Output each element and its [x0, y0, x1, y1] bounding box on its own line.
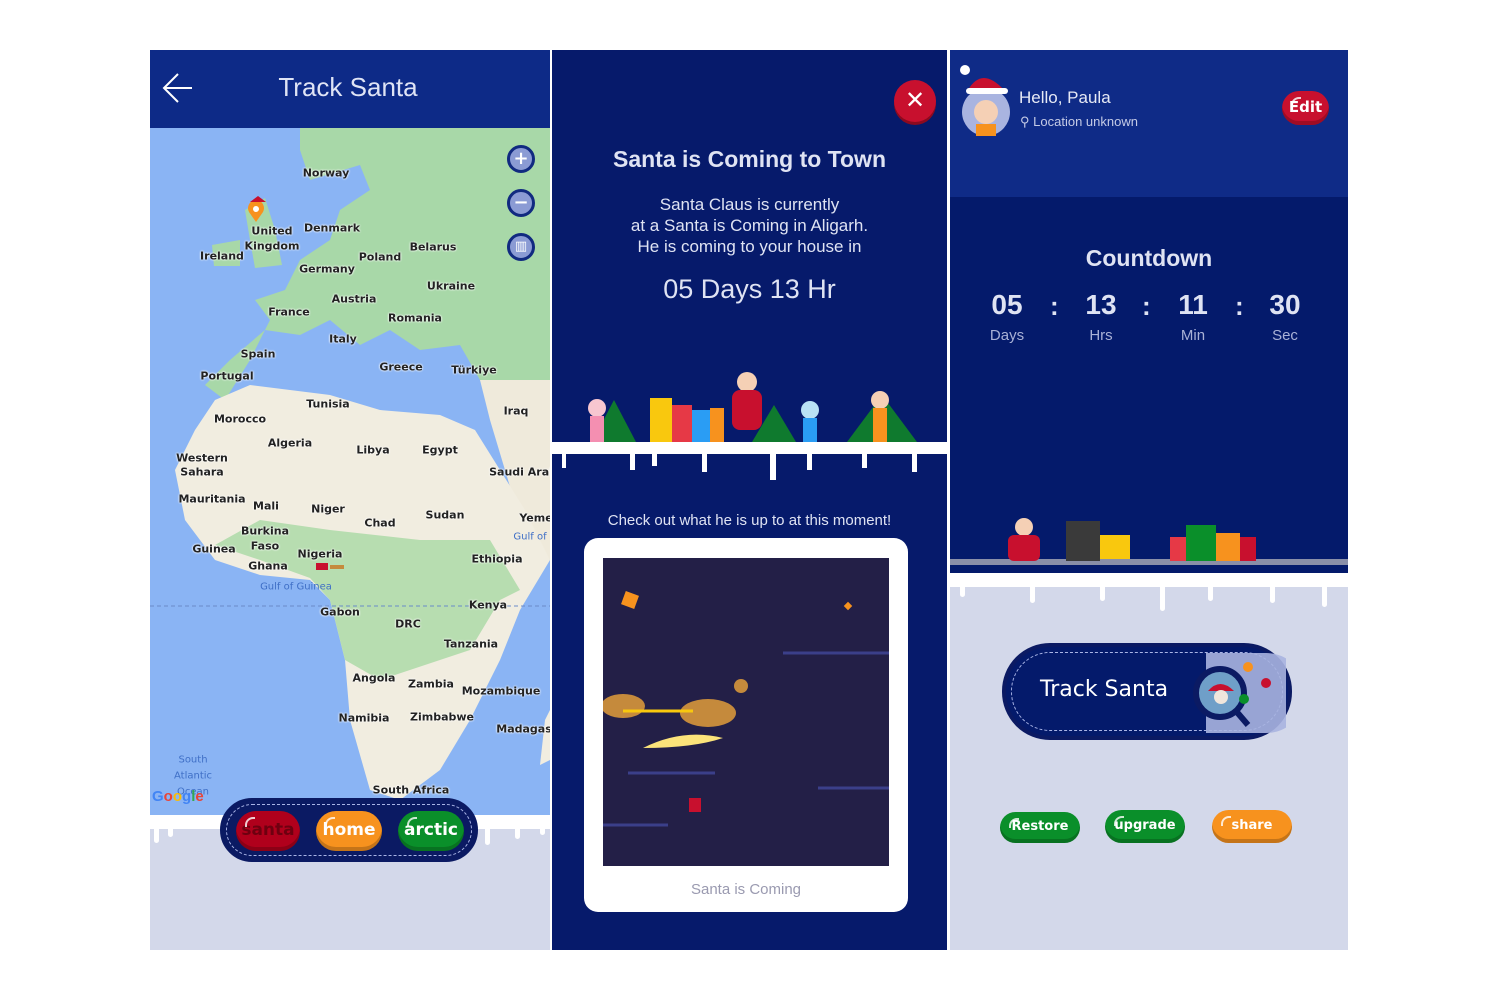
map-label: Poland — [358, 250, 402, 264]
christmas-scene-illustration — [552, 372, 947, 480]
map-label: Italy — [329, 332, 357, 346]
map-label: Kingdom — [244, 239, 300, 253]
countdown-days: 05 Days — [989, 289, 1025, 344]
map-label: France — [268, 305, 310, 319]
snow-ledge — [950, 573, 1348, 587]
map-label: Egypt — [422, 443, 458, 457]
map-type-icon[interactable]: ▥ — [507, 233, 535, 261]
map-label: United — [251, 224, 293, 238]
map-label: Namibia — [338, 711, 390, 725]
location-pin-icon: ⚲ — [1020, 114, 1030, 129]
map-label: Zambia — [408, 677, 454, 691]
map-label: Angola — [352, 671, 396, 685]
map-label: Denmark — [303, 221, 361, 235]
nav-santa-button[interactable]: santa — [236, 811, 300, 851]
santa-animation — [601, 558, 889, 866]
map-label: Greece — [379, 360, 423, 374]
map-label: DRC — [395, 617, 421, 631]
map-label: Mali — [253, 499, 279, 513]
popup-line-3: He is coming to your house in — [637, 237, 862, 256]
track-santa-button[interactable]: Track Santa — [1002, 643, 1292, 740]
map-label: Atlantic — [173, 770, 213, 782]
map-label: Iraq — [503, 404, 529, 418]
map-label: Türkiye — [451, 363, 497, 377]
map-label: Kenya — [468, 598, 508, 612]
map-label: Faso — [250, 539, 280, 553]
countdown-minutes: 11 Min — [1178, 289, 1208, 344]
map-label: Ghana — [248, 559, 288, 573]
map-label: Sudan — [425, 508, 465, 522]
page-title: Track Santa — [278, 72, 418, 102]
close-button[interactable]: ✕ — [894, 80, 936, 122]
popup-title: Santa is Coming to Town — [612, 146, 886, 172]
map-label: South Africa — [372, 783, 450, 797]
countdown-seconds: 30 Sec — [1269, 289, 1301, 344]
zoom-in-button[interactable]: + — [507, 145, 535, 173]
map-label: Romania — [388, 311, 442, 325]
popup-line-2: at a Santa is Coming in Aligarh. — [630, 216, 869, 235]
map-label: Saudi Aral — [489, 465, 550, 479]
magnifier-santa-icon — [1193, 653, 1286, 733]
zoom-out-button[interactable]: − — [507, 189, 535, 217]
live-view-card: Santa is Coming — [584, 538, 908, 912]
map-label: Zimbabwe — [409, 710, 475, 724]
profile-header: Hello, Paula ⚲ Location unknown Edit — [950, 50, 1348, 197]
map-label: Mozambique — [461, 684, 541, 698]
restore-button[interactable]: Restore — [1000, 812, 1080, 843]
map-label: Austria — [331, 292, 377, 306]
countdown-hours: 13 Hrs — [1085, 289, 1117, 344]
map-label: Gabon — [320, 605, 360, 619]
map-label: Norway — [302, 166, 350, 180]
nav-home-button[interactable]: home — [316, 811, 382, 851]
location-text: Location unknown — [1033, 114, 1138, 129]
map-label: Chad — [364, 516, 396, 530]
card-caption: Santa is Coming — [690, 881, 802, 898]
map-label: Morocco — [213, 412, 267, 426]
google-logo: Google — [152, 788, 204, 805]
map-label: Gulf of Guinea — [260, 581, 332, 593]
share-button[interactable]: share — [1212, 810, 1292, 843]
bottom-nav: santa home arctic — [220, 798, 478, 862]
map-label: Tanzania — [443, 637, 499, 651]
map-label: Burkina — [241, 524, 289, 538]
greeting: Hello, Paula — [1019, 88, 1111, 107]
map-label: Niger — [311, 502, 345, 516]
map-label: Mauritania — [178, 492, 246, 506]
countdown-section: Countdown 05 Days : 13 Hrs : 11 Min : 30 Sec — [950, 197, 1348, 575]
map-label: Ethiopia — [471, 552, 523, 566]
check-out-text: Check out what he is up to at this momen… — [607, 512, 892, 529]
avatar[interactable] — [958, 64, 1014, 136]
map-label: Algeria — [267, 436, 313, 450]
map-label: Belarus — [409, 240, 457, 254]
track-santa-label: Track Santa — [1040, 677, 1169, 702]
map-label: Madagas — [496, 722, 550, 736]
map-label: Germany — [299, 262, 355, 276]
track-santa-screen: Track Santa Norway United Kingdom Ireland De… — [150, 50, 550, 950]
upgrade-button[interactable]: upgrade — [1105, 810, 1185, 843]
map-label: South — [178, 754, 208, 766]
map-label: Guinea — [192, 542, 236, 556]
countdown-title: Countdown — [1085, 245, 1213, 271]
nav-arctic-button[interactable]: arctic — [398, 811, 464, 851]
map[interactable]: Norway United Kingdom Ireland Denmark Belarus… — [150, 128, 550, 815]
map-label: Yeme — [519, 511, 550, 525]
map-label: Nigeria — [297, 547, 343, 561]
eta-value: 05 Days 13 Hr — [663, 274, 836, 304]
map-label: Gulf of — [513, 531, 547, 543]
location-row: ⚲ Location unknown — [1020, 114, 1138, 130]
map-label: Tunisia — [306, 397, 350, 411]
home-screen: Hello, Paula ⚲ Location unknown Edit Cou… — [950, 50, 1348, 950]
map-label: Ireland — [200, 249, 244, 263]
map-label: Ukraine — [426, 279, 476, 293]
header: Track Santa — [150, 50, 550, 128]
santa-popup-screen: ✕ Santa is Coming to Town Santa Claus is… — [552, 50, 947, 950]
popup-line-1: Santa Claus is currently — [659, 195, 840, 214]
map-label: Spain — [240, 347, 276, 361]
workshop-illustration — [950, 518, 1348, 565]
map-label: Portugal — [200, 369, 254, 383]
map-label: Libya — [356, 443, 390, 457]
edit-button[interactable]: Edit — [1282, 91, 1329, 125]
map-label: Sahara — [180, 465, 224, 479]
map-label: Western — [176, 451, 228, 465]
